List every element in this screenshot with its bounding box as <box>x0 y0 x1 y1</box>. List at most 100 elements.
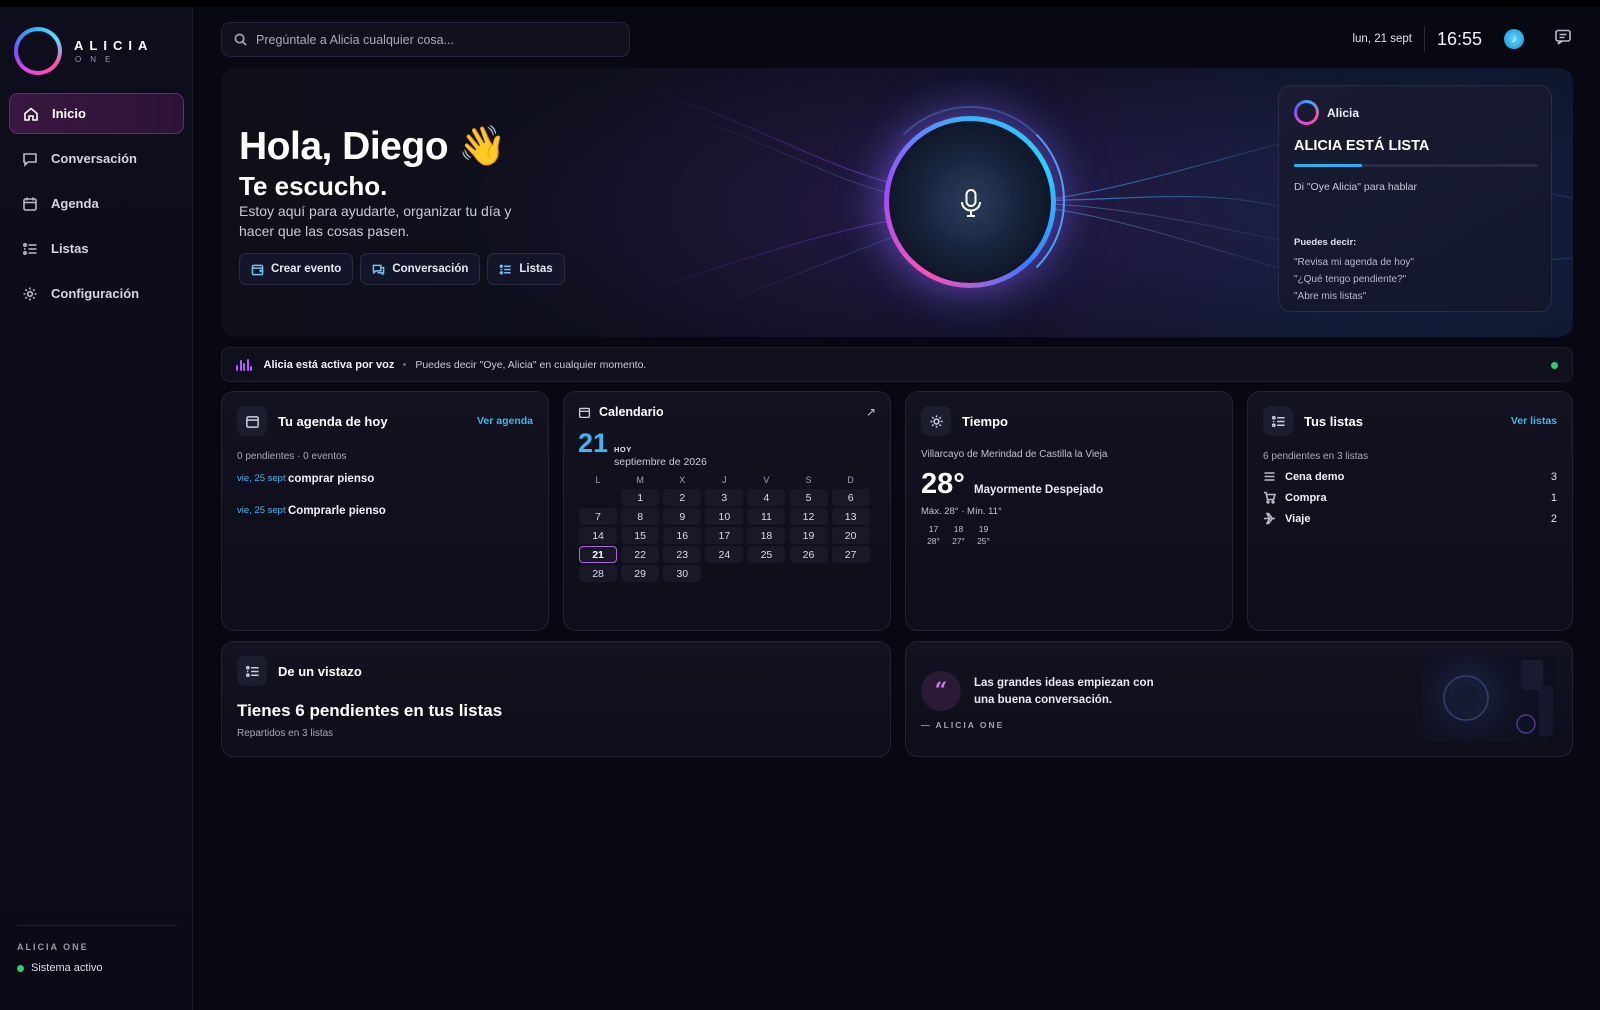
view-lists-link[interactable]: Ver listas <box>1511 415 1557 427</box>
calendar-day-label: 22 <box>621 546 660 563</box>
forecast-temp: 28° <box>927 536 940 546</box>
search-input[interactable] <box>256 32 616 47</box>
plane-icon <box>1264 512 1275 525</box>
list-row-cena-demo[interactable]: Cena demo 3 <box>1263 470 1557 483</box>
create-event-button[interactable]: Crear evento <box>239 253 354 285</box>
lists-title: Tus listas <box>1304 413 1364 429</box>
voice-activity-icon[interactable]: ♪ <box>1504 29 1524 49</box>
voice-status-title: Alicia está activa por voz <box>263 358 395 371</box>
calendar-weekday-row: LMXJVSD <box>577 472 872 488</box>
calendar-day[interactable]: 16 <box>661 526 703 545</box>
calendar-day[interactable]: 25 <box>745 545 787 564</box>
calendar-day-label: 3 <box>705 489 744 506</box>
calendar-day[interactable]: 28 <box>577 564 619 583</box>
list-icon <box>237 656 267 686</box>
sidebar-item-configuracion[interactable]: Configuración <box>9 273 184 314</box>
calendar-day[interactable]: 18 <box>745 526 787 545</box>
sidebar-item-inicio[interactable]: Inicio <box>9 93 184 134</box>
calendar-day[interactable]: 26 <box>787 545 829 564</box>
quote-card: “ Las grandes ideas empiezan con una bue… <box>905 641 1573 757</box>
voice-orb[interactable] <box>871 98 1081 308</box>
calendar-day[interactable]: 2 <box>661 488 703 507</box>
sidebar-item-listas[interactable]: Listas <box>9 228 184 269</box>
calendar-day[interactable]: 24 <box>703 545 745 564</box>
suggestion-item[interactable]: "¿Qué tengo pendiente?" <box>1294 271 1536 288</box>
assistant-avatar-icon <box>1294 100 1319 125</box>
assistant-progress-fill <box>1294 164 1363 167</box>
view-agenda-link[interactable]: Ver agenda <box>477 415 533 427</box>
overview-subtext: Repartidos en 3 listas <box>237 728 334 739</box>
calendar-day-label: 4 <box>747 489 786 506</box>
calendar-day[interactable]: 9 <box>661 507 703 526</box>
calendar-day[interactable]: 20 <box>830 526 872 545</box>
calendar-day[interactable]: 29 <box>619 564 661 583</box>
calendar-day[interactable]: 6 <box>830 488 872 507</box>
sidebar: ALICIA ONE Inicio Conversación Agenda Li… <box>0 7 193 1010</box>
agenda-title: Tu agenda de hoy <box>278 413 388 429</box>
calendar-day[interactable]: 17 <box>703 526 745 545</box>
sidebar-item-agenda[interactable]: Agenda <box>9 183 184 224</box>
calendar-day[interactable]: 19 <box>787 526 829 545</box>
sun-icon <box>921 406 951 436</box>
agenda-item[interactable]: vie, 25 sept Comprarle pienso <box>237 505 386 517</box>
divider <box>1423 26 1425 52</box>
suggestions-list: "Revisa mi agenda de hoy" "¿Qué tengo pe… <box>1294 254 1536 305</box>
sidebar-footer: ALICIA ONE Sistema activo <box>17 925 177 974</box>
calendar-day[interactable]: 8 <box>619 507 661 526</box>
logo[interactable]: ALICIA ONE <box>14 27 153 75</box>
agenda-item[interactable]: vie, 25 sept comprar pienso <box>237 473 374 485</box>
sidebar-item-conversacion[interactable]: Conversación <box>9 138 184 179</box>
calendar-day-label <box>705 565 743 582</box>
search-bar[interactable] <box>221 22 630 57</box>
agenda-item-text: comprar pienso <box>288 473 375 485</box>
calendar-day[interactable]: 14 <box>577 526 619 545</box>
microphone-button[interactable] <box>931 163 1011 243</box>
calendar-icon <box>237 406 267 436</box>
calendar-day[interactable]: 12 <box>787 507 829 526</box>
forecast-day: 18 27° <box>946 523 971 547</box>
calendar-day[interactable]: 13 <box>830 507 872 526</box>
sidebar-item-label: Configuración <box>51 286 140 301</box>
calendar-weekday: S <box>805 475 812 485</box>
list-row-viaje[interactable]: Viaje 2 <box>1263 512 1557 525</box>
calendar-day[interactable]: 15 <box>619 526 661 545</box>
calendar-day[interactable]: 4 <box>745 488 787 507</box>
logo-ring-icon <box>14 27 62 75</box>
calendar-day[interactable]: 7 <box>577 507 619 526</box>
forecast-day: 17 28° <box>921 523 946 547</box>
calendar-day[interactable]: 10 <box>703 507 745 526</box>
cart-icon <box>1264 491 1276 504</box>
calendar-day[interactable]: 1 <box>619 488 661 507</box>
suggestion-item[interactable]: "Revisa mi agenda de hoy" <box>1294 254 1536 271</box>
calendar-day[interactable]: 5 <box>787 488 829 507</box>
calendar-empty-cell <box>703 564 745 583</box>
system-status-label: Sistema activo <box>31 962 103 974</box>
suggestion-item[interactable]: "Abre mis listas" <box>1294 288 1536 305</box>
open-external-icon[interactable]: ↗ <box>866 405 876 419</box>
conversation-button[interactable]: Conversación <box>360 253 481 285</box>
quote-author: — ALICIA ONE <box>921 720 1005 730</box>
lists-button[interactable]: Listas <box>487 253 565 285</box>
calendar-day-label: 28 <box>579 565 618 582</box>
calendar-weekday: D <box>847 475 854 485</box>
calendar-plus-icon <box>251 264 264 275</box>
microphone-icon <box>961 189 981 217</box>
quote-icon: “ <box>921 671 961 711</box>
calendar-day[interactable]: 27 <box>830 545 872 564</box>
agenda-item-date: vie, 25 sept <box>237 473 286 484</box>
calendar-day-label: 8 <box>621 508 660 525</box>
calendar-day[interactable]: 23 <box>661 545 703 564</box>
calendar-day[interactable]: 30 <box>661 564 703 583</box>
calendar-day[interactable]: 22 <box>619 545 661 564</box>
assistant-progress-bar <box>1294 164 1538 167</box>
calendar-day[interactable]: 3 <box>703 488 745 507</box>
messages-icon[interactable] <box>1554 28 1572 51</box>
weather-location: Villarcayo de Merindad de Castilla la Vi… <box>921 449 1108 460</box>
calendar-day-label: 2 <box>663 489 702 506</box>
calendar-day[interactable]: 11 <box>745 507 787 526</box>
list-row-compra[interactable]: Compra 1 <box>1263 491 1557 504</box>
calendar-day-label: 16 <box>663 527 702 544</box>
calendar-day-today[interactable]: 21 <box>577 545 619 564</box>
logo-sub: ONE <box>75 55 120 64</box>
home-icon <box>23 106 39 122</box>
